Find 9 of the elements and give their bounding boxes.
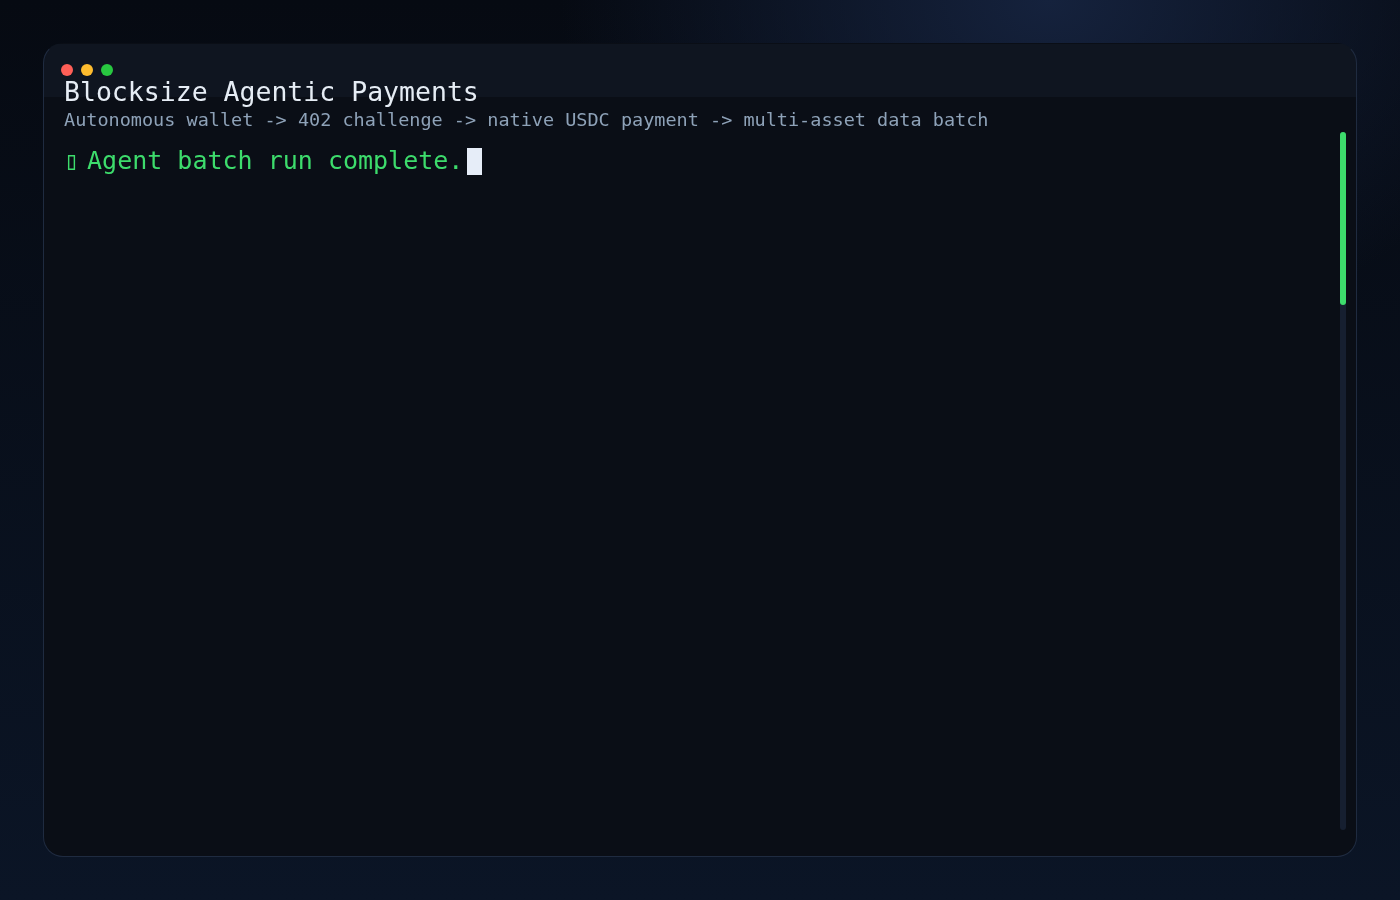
scrollbar[interactable]: [1340, 132, 1346, 830]
window-title: Blocksize Agentic Payments: [64, 76, 480, 108]
status-glyph: ▯: [64, 146, 80, 176]
close-dot[interactable]: [61, 64, 73, 76]
scrollbar-thumb[interactable]: [1340, 132, 1346, 305]
minimize-dot[interactable]: [81, 64, 93, 76]
output-line: Agent batch run complete.: [87, 146, 464, 176]
subtitle: Autonomous wallet -> 402 challenge -> native USDC payment -> multi-asset data batch: [64, 108, 990, 132]
maximize-dot[interactable]: [101, 64, 113, 76]
